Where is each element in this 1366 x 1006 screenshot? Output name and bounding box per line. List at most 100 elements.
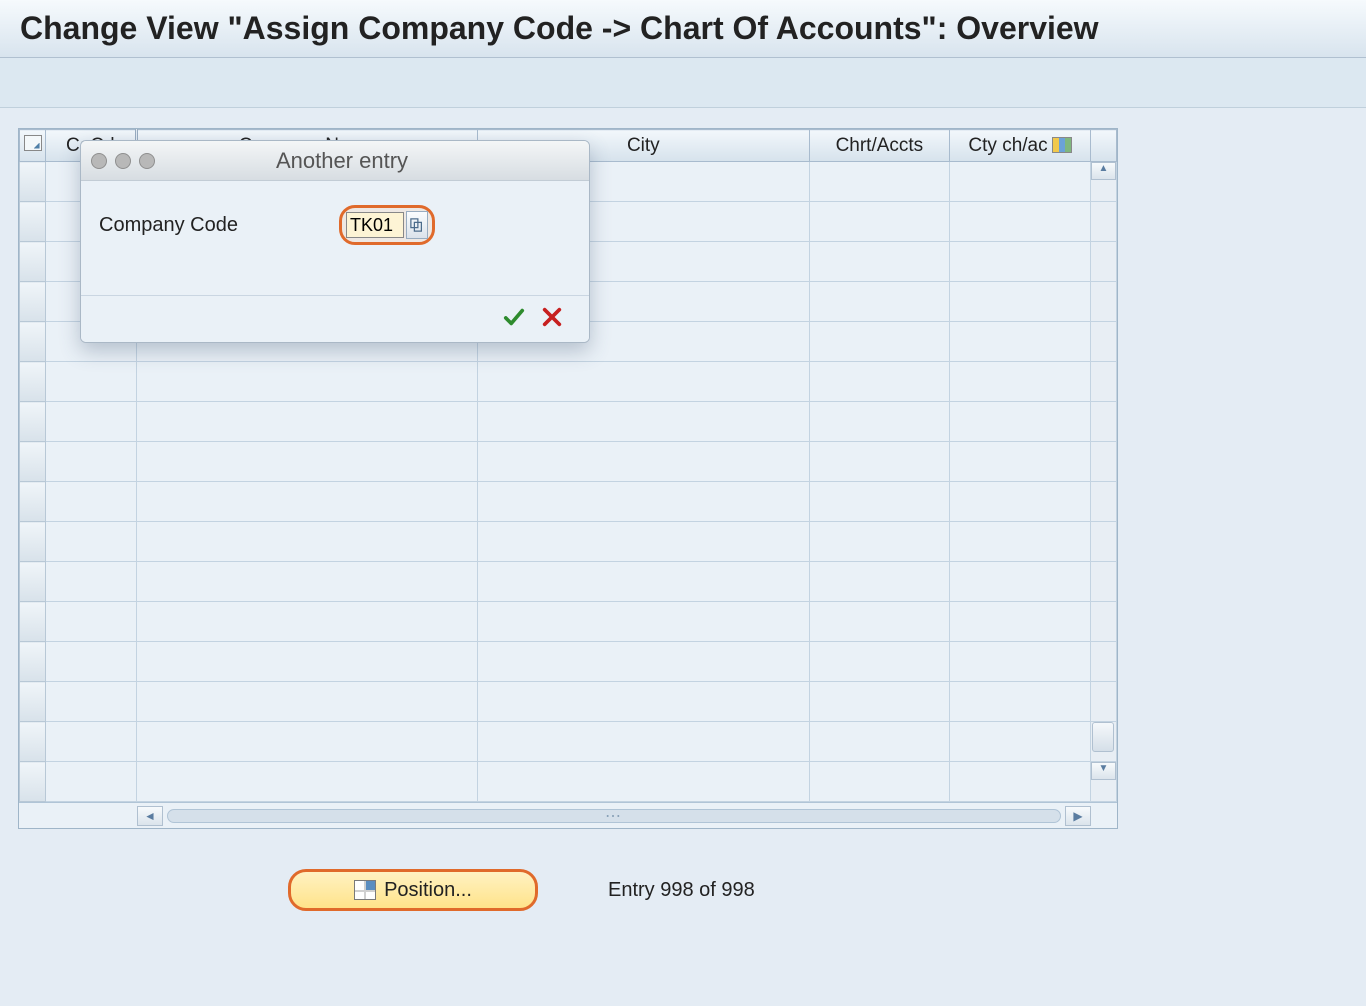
value-help-button[interactable] bbox=[406, 211, 428, 239]
cell-cocd[interactable] bbox=[46, 602, 136, 642]
cell-cty[interactable] bbox=[950, 722, 1091, 762]
hscroll-right[interactable]: ▶ bbox=[1065, 806, 1091, 826]
col-chrt-accts[interactable]: Chrt/Accts bbox=[809, 130, 950, 162]
vscroll-cell[interactable] bbox=[1090, 402, 1116, 442]
cell-company-name[interactable] bbox=[136, 562, 478, 602]
cell-chrt[interactable] bbox=[809, 762, 950, 802]
cell-chrt[interactable] bbox=[809, 642, 950, 682]
table-row[interactable] bbox=[20, 402, 1117, 442]
col-cty-ch-ac[interactable]: Cty ch/ac bbox=[950, 130, 1091, 162]
cell-city[interactable] bbox=[478, 562, 810, 602]
table-row[interactable] bbox=[20, 522, 1117, 562]
cell-chrt[interactable] bbox=[809, 322, 950, 362]
cell-cty[interactable] bbox=[950, 402, 1091, 442]
cell-city[interactable] bbox=[478, 362, 810, 402]
cell-company-name[interactable] bbox=[136, 722, 478, 762]
vscroll-cell[interactable]: ▲ bbox=[1090, 162, 1116, 202]
row-selector[interactable] bbox=[20, 482, 46, 522]
cell-city[interactable] bbox=[478, 482, 810, 522]
table-row[interactable] bbox=[20, 602, 1117, 642]
cell-cty[interactable] bbox=[950, 602, 1091, 642]
cell-company-name[interactable] bbox=[136, 522, 478, 562]
table-row[interactable]: ▼ bbox=[20, 762, 1117, 802]
cell-company-name[interactable] bbox=[136, 602, 478, 642]
row-selector[interactable] bbox=[20, 682, 46, 722]
cell-cty[interactable] bbox=[950, 642, 1091, 682]
cell-cty[interactable] bbox=[950, 162, 1091, 202]
vscroll-cell[interactable] bbox=[1090, 602, 1116, 642]
hscroll-track[interactable] bbox=[167, 809, 1061, 823]
cell-city[interactable] bbox=[478, 442, 810, 482]
cell-cocd[interactable] bbox=[46, 642, 136, 682]
vscroll-cell[interactable] bbox=[1090, 522, 1116, 562]
cell-cty[interactable] bbox=[950, 562, 1091, 602]
table-row[interactable] bbox=[20, 562, 1117, 602]
cell-city[interactable] bbox=[478, 642, 810, 682]
row-selector[interactable] bbox=[20, 642, 46, 682]
cell-city[interactable] bbox=[478, 402, 810, 442]
cell-company-name[interactable] bbox=[136, 762, 478, 802]
cell-cocd[interactable] bbox=[46, 722, 136, 762]
cell-chrt[interactable] bbox=[809, 362, 950, 402]
row-selector[interactable] bbox=[20, 562, 46, 602]
cell-chrt[interactable] bbox=[809, 402, 950, 442]
vscroll-cell[interactable] bbox=[1090, 242, 1116, 282]
table-row[interactable] bbox=[20, 642, 1117, 682]
vscroll-cell[interactable] bbox=[1090, 282, 1116, 322]
vscroll-cell[interactable] bbox=[1090, 362, 1116, 402]
row-selector[interactable] bbox=[20, 402, 46, 442]
dialog-titlebar[interactable]: Another entry bbox=[81, 141, 589, 181]
position-button[interactable]: Position... bbox=[288, 869, 538, 911]
cell-cocd[interactable] bbox=[46, 362, 136, 402]
vscroll-cell[interactable] bbox=[1090, 722, 1116, 762]
cell-cty[interactable] bbox=[950, 202, 1091, 242]
cell-chrt[interactable] bbox=[809, 242, 950, 282]
row-selector[interactable] bbox=[20, 602, 46, 642]
cell-company-name[interactable] bbox=[136, 402, 478, 442]
table-row[interactable] bbox=[20, 362, 1117, 402]
cell-chrt[interactable] bbox=[809, 162, 950, 202]
vscroll-cell[interactable] bbox=[1090, 642, 1116, 682]
row-selector[interactable] bbox=[20, 522, 46, 562]
cell-company-name[interactable] bbox=[136, 682, 478, 722]
row-selector[interactable] bbox=[20, 322, 46, 362]
cell-chrt[interactable] bbox=[809, 482, 950, 522]
cell-cty[interactable] bbox=[950, 762, 1091, 802]
cell-cocd[interactable] bbox=[46, 482, 136, 522]
hscroll-left[interactable]: ◄ bbox=[137, 806, 163, 826]
table-row[interactable] bbox=[20, 482, 1117, 522]
cell-chrt[interactable] bbox=[809, 202, 950, 242]
cell-cty[interactable] bbox=[950, 482, 1091, 522]
cell-cty[interactable] bbox=[950, 322, 1091, 362]
cell-cocd[interactable] bbox=[46, 762, 136, 802]
cell-company-name[interactable] bbox=[136, 482, 478, 522]
table-settings-icon[interactable] bbox=[1052, 137, 1072, 153]
dialog-cancel-button[interactable] bbox=[541, 306, 563, 328]
cell-cty[interactable] bbox=[950, 282, 1091, 322]
cell-city[interactable] bbox=[478, 602, 810, 642]
cell-cocd[interactable] bbox=[46, 522, 136, 562]
cell-city[interactable] bbox=[478, 522, 810, 562]
cell-cty[interactable] bbox=[950, 442, 1091, 482]
company-code-input[interactable] bbox=[346, 212, 404, 238]
cell-company-name[interactable] bbox=[136, 642, 478, 682]
cell-chrt[interactable] bbox=[809, 602, 950, 642]
row-selector[interactable] bbox=[20, 242, 46, 282]
vscroll-cell[interactable] bbox=[1090, 562, 1116, 602]
row-selector[interactable] bbox=[20, 762, 46, 802]
cell-cocd[interactable] bbox=[46, 562, 136, 602]
dialog-ok-button[interactable] bbox=[503, 306, 525, 328]
cell-cty[interactable] bbox=[950, 362, 1091, 402]
cell-company-name[interactable] bbox=[136, 442, 478, 482]
row-selector[interactable] bbox=[20, 202, 46, 242]
cell-chrt[interactable] bbox=[809, 442, 950, 482]
table-row[interactable] bbox=[20, 442, 1117, 482]
cell-chrt[interactable] bbox=[809, 682, 950, 722]
vscroll-cell[interactable] bbox=[1090, 202, 1116, 242]
cell-company-name[interactable] bbox=[136, 362, 478, 402]
table-row[interactable] bbox=[20, 682, 1117, 722]
row-selector[interactable] bbox=[20, 442, 46, 482]
horizontal-scrollbar[interactable]: ◄ ▶ bbox=[19, 802, 1117, 828]
vscroll-thumb[interactable] bbox=[1092, 722, 1114, 752]
row-selector[interactable] bbox=[20, 162, 46, 202]
